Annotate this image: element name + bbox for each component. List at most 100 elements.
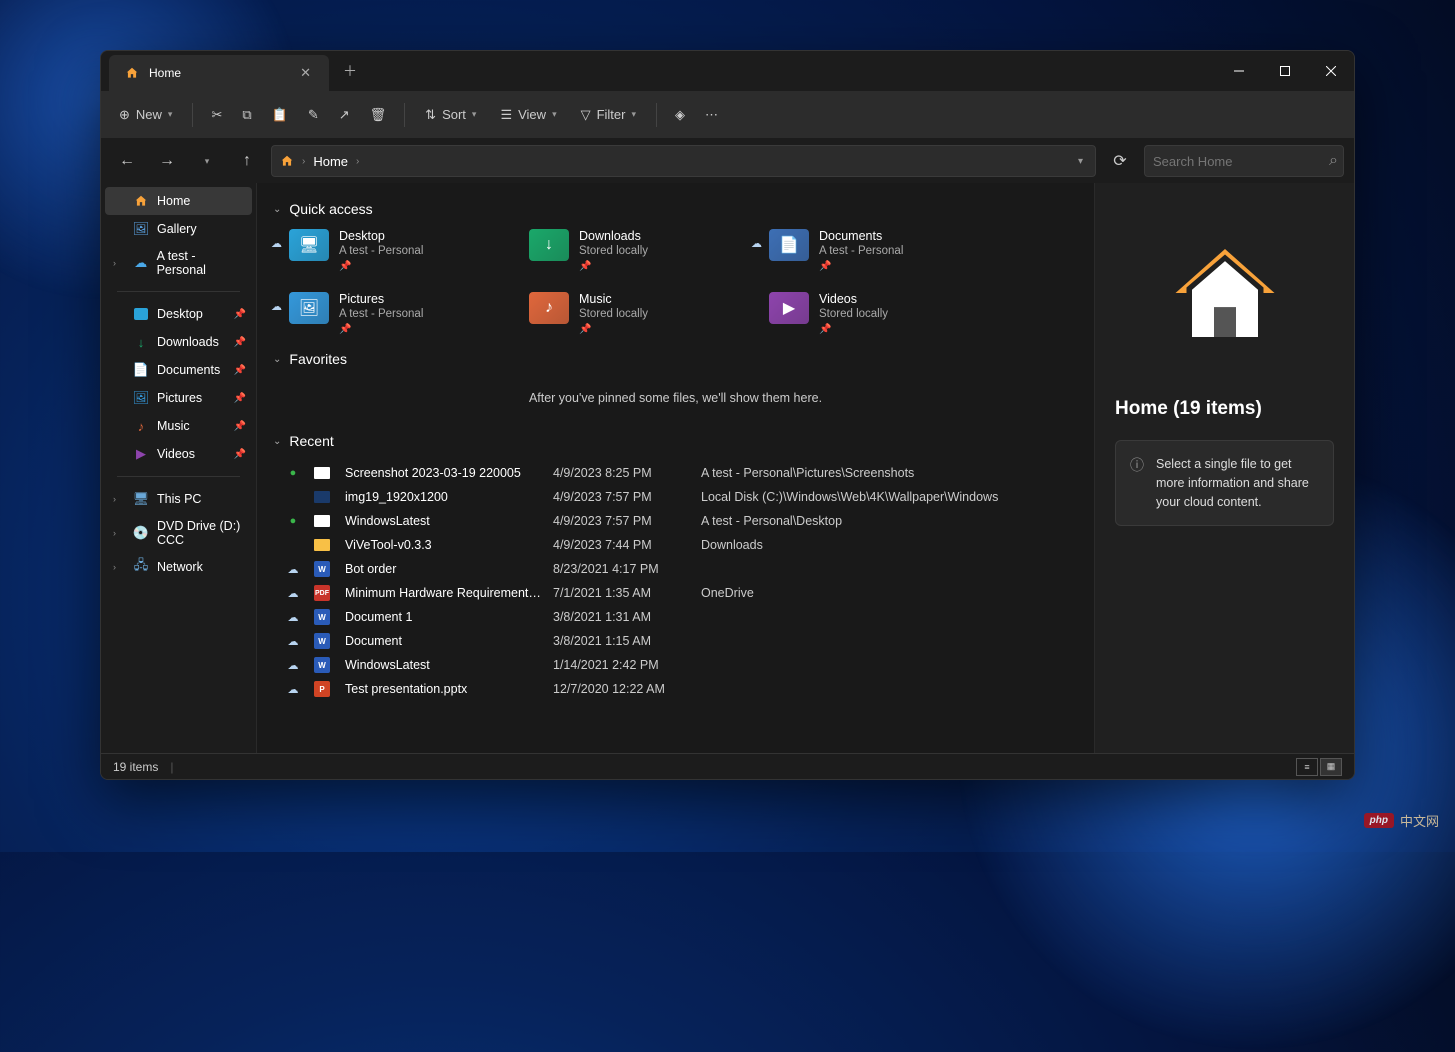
sync-status-icon: ☁	[281, 563, 305, 576]
search-input[interactable]	[1153, 154, 1329, 169]
cut-button[interactable]: ✂	[203, 101, 230, 129]
view-label: View	[518, 107, 546, 122]
sidebar-item-desktop[interactable]: Desktop📌	[101, 300, 256, 328]
forward-button[interactable]: →	[151, 145, 183, 177]
file-path: Downloads	[701, 538, 1078, 552]
recent-file-row[interactable]: ViVeTool-v0.3.34/9/2023 7:44 PMDownloads	[273, 533, 1078, 557]
toolbar: ⊕ New ▾ ✂ ⧉ 📋 ✎ ↗ 🗑 ⇅ Sort ▾ ☰ View ▾ ▽ …	[101, 91, 1354, 139]
sidebar-item-gallery[interactable]: 🖼Gallery	[101, 215, 256, 243]
file-date: 4/9/2023 7:57 PM	[553, 514, 693, 528]
new-button[interactable]: ⊕ New ▾	[109, 101, 182, 129]
recent-locations-button[interactable]: ▾	[191, 145, 223, 177]
file-name: img19_1920x1200	[345, 490, 545, 504]
watermark-text: 中文网	[1400, 811, 1439, 830]
sidebar-item-pictures[interactable]: 🖼Pictures📌	[101, 384, 256, 412]
recent-file-row[interactable]: ☁PTest presentation.pptx12/7/2020 12:22 …	[273, 677, 1078, 701]
sidebar-item-label: Music	[157, 419, 190, 433]
copy-button[interactable]: ⧉	[234, 101, 259, 129]
delete-button[interactable]: 🗑	[362, 101, 395, 129]
quick-access-music[interactable]: ♪MusicStored locally📌	[529, 292, 749, 335]
rename-button[interactable]: ✎	[300, 101, 327, 129]
maximize-button[interactable]	[1262, 51, 1308, 91]
sidebar-item-home[interactable]: Home	[105, 187, 252, 215]
view-icons-button[interactable]: ▦	[1320, 758, 1342, 776]
chevron-down-icon: ▾	[631, 109, 636, 120]
sort-button[interactable]: ⇅ Sort ▾	[415, 101, 486, 129]
close-button[interactable]	[1308, 51, 1354, 91]
sidebar-item-this-pc[interactable]: ›🖥This PC	[101, 485, 256, 513]
filter-button[interactable]: ▽ Filter ▾	[571, 101, 646, 129]
recent-file-row[interactable]: ☁WDocument3/8/2021 1:15 AM	[273, 629, 1078, 653]
quick-access-desktop[interactable]: ☁🖥DesktopA test - Personal📌	[289, 229, 509, 272]
address-bar[interactable]: › Home › ▾	[271, 145, 1096, 177]
tab-close-button[interactable]: ✕	[294, 61, 317, 85]
extra1-button[interactable]: ◈	[667, 101, 693, 129]
view-details-button[interactable]: ≡	[1296, 758, 1318, 776]
sidebar-item-label: Desktop	[157, 307, 203, 321]
sync-status-icon: ☁	[281, 587, 305, 600]
chevron-down-icon: ⌄	[273, 436, 281, 447]
tab-home[interactable]: Home ✕	[109, 55, 329, 91]
up-button[interactable]: ↑	[231, 145, 263, 177]
search-box[interactable]: ⌕	[1144, 145, 1344, 177]
quick-access-documents[interactable]: ☁📄DocumentsA test - Personal📌	[769, 229, 989, 272]
sidebar-item-label: Home	[157, 194, 190, 208]
quick-access-pictures[interactable]: ☁🖼PicturesA test - Personal📌	[289, 292, 509, 335]
view-button[interactable]: ☰ View ▾	[490, 101, 566, 129]
file-path: A test - Personal\Desktop	[701, 514, 1078, 528]
share-button[interactable]: ↗	[331, 101, 358, 129]
pin-icon: 📌	[234, 393, 246, 404]
sidebar-item-downloads[interactable]: ↓Downloads📌	[101, 328, 256, 356]
paste-button[interactable]: 📋	[264, 101, 296, 129]
quick-access-downloads[interactable]: ↓DownloadsStored locally📌	[529, 229, 749, 272]
sidebar-item-music[interactable]: ♪Music📌	[101, 412, 256, 440]
recent-file-row[interactable]: ●WindowsLatest4/9/2023 7:57 PMA test - P…	[273, 509, 1078, 533]
section-recent[interactable]: ⌄ Recent	[273, 433, 1078, 449]
section-quick-access[interactable]: ⌄ Quick access	[273, 201, 1078, 217]
onedrive-icon: ☁	[133, 255, 149, 271]
new-tab-button[interactable]: ＋	[329, 61, 371, 81]
view-icon: ☰	[500, 107, 512, 123]
file-icon: W	[313, 633, 331, 649]
recent-file-row[interactable]: ☁PDFMinimum Hardware Requirements fo...7…	[273, 581, 1078, 605]
sidebar-item-documents[interactable]: 📄 Documents 📌	[101, 356, 256, 384]
refresh-button[interactable]: ⟳	[1104, 145, 1136, 177]
recent-file-row[interactable]: ☁WDocument 13/8/2021 1:31 AM	[273, 605, 1078, 629]
downloads-icon: ↓	[133, 334, 149, 350]
sync-status-icon: ●	[281, 467, 305, 479]
item-name: Music	[579, 292, 648, 306]
minimize-button[interactable]	[1216, 51, 1262, 91]
recent-file-row[interactable]: img19_1920x12004/9/2023 7:57 PMLocal Dis…	[273, 485, 1078, 509]
section-title: Recent	[289, 433, 333, 449]
sidebar-item-videos[interactable]: ▶Videos📌	[101, 440, 256, 468]
details-info-box: ⓘ Select a single file to get more infor…	[1115, 440, 1334, 526]
sidebar-item-a-test-personal[interactable]: ›☁A test - Personal	[101, 243, 256, 283]
more-button[interactable]: ⋯	[697, 101, 726, 129]
recent-file-row[interactable]: ●Screenshot 2023-03-19 2200054/9/2023 8:…	[273, 461, 1078, 485]
tab-title: Home	[149, 66, 181, 80]
quick-access-videos[interactable]: ▶VideosStored locally📌	[769, 292, 989, 335]
new-label: New	[136, 107, 162, 122]
back-button[interactable]: ←	[111, 145, 143, 177]
file-icon: P	[313, 681, 331, 697]
address-dropdown[interactable]: ▾	[1074, 152, 1087, 171]
watermark: php 中文网	[1364, 811, 1439, 830]
pin-icon: 📌	[234, 337, 246, 348]
file-name: ViVeTool-v0.3.3	[345, 538, 545, 552]
file-name: WindowsLatest	[345, 658, 545, 672]
details-pane: Home (19 items) ⓘ Select a single file t…	[1094, 183, 1354, 753]
sidebar-item-dvd-drive-d-ccc[interactable]: ›💿DVD Drive (D:) CCC	[101, 513, 256, 553]
favorites-empty-message: After you've pinned some files, we'll sh…	[273, 379, 1078, 425]
file-name: Test presentation.pptx	[345, 682, 545, 696]
file-icon: W	[313, 609, 331, 625]
pin-icon: 📌	[234, 365, 246, 376]
sidebar-item-network[interactable]: ›🖧Network	[101, 553, 256, 581]
recent-file-row[interactable]: ☁WWindowsLatest1/14/2021 2:42 PM	[273, 653, 1078, 677]
info-icon: ⓘ	[1130, 455, 1144, 511]
file-icon	[313, 537, 331, 553]
sidebar-item-label: Documents	[157, 363, 220, 377]
sidebar-item-label: This PC	[157, 492, 201, 506]
section-favorites[interactable]: ⌄ Favorites	[273, 351, 1078, 367]
recent-file-row[interactable]: ☁WBot order8/23/2021 4:17 PM	[273, 557, 1078, 581]
documents-icon: 📄	[133, 362, 149, 378]
